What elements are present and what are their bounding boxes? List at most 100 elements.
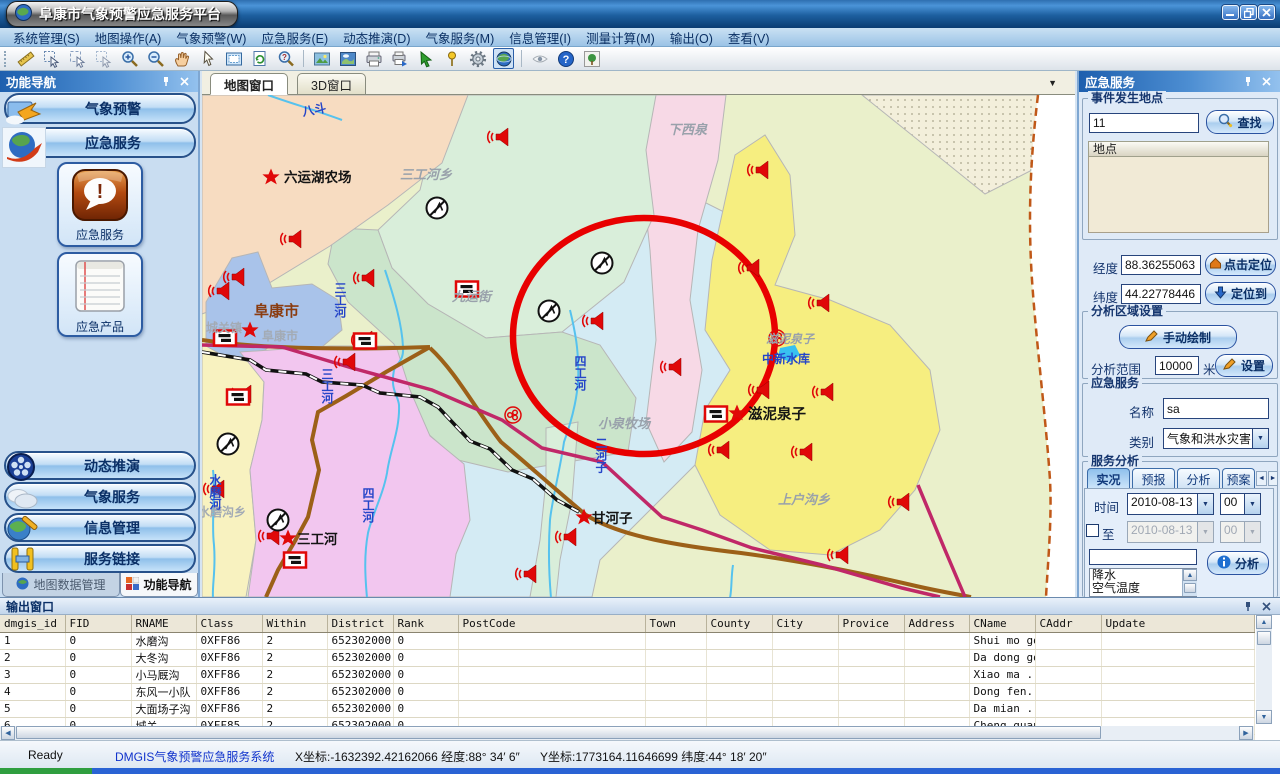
measure-ruler-icon[interactable] — [15, 48, 36, 69]
pin-icon[interactable] — [1240, 599, 1255, 613]
column-header[interactable]: District — [327, 615, 393, 632]
tab-forecast[interactable]: 预报 — [1132, 468, 1175, 489]
hour2-select[interactable]: 00 ▼ — [1220, 521, 1261, 543]
scroll-up-icon[interactable]: ▲ — [1183, 569, 1197, 581]
tab-map-view[interactable]: 地图窗口 — [210, 73, 288, 95]
range-input[interactable] — [1155, 356, 1199, 375]
search-button[interactable]: 查找 — [1206, 110, 1274, 134]
layer-tree-icon[interactable] — [581, 48, 602, 69]
column-header[interactable]: Class — [196, 615, 262, 632]
chevron-down-icon[interactable]: ▼ — [1252, 429, 1268, 448]
tab-dropdown-icon[interactable]: ▼ — [1048, 78, 1057, 88]
visibility-eye-icon[interactable] — [529, 48, 550, 69]
close-icon[interactable] — [177, 75, 192, 89]
scroll-right-icon[interactable]: ▶ — [1239, 726, 1253, 740]
menu-weather-service[interactable]: 气象服务(M) — [426, 28, 495, 47]
station-icon[interactable] — [268, 510, 289, 531]
table-row[interactable]: 30小马厩沟0XFF8626523020000Xiao ma ... — [0, 666, 1254, 683]
scroll-up-icon[interactable]: ▲ — [1256, 615, 1272, 629]
column-header[interactable]: Town — [645, 615, 706, 632]
locate-to-button[interactable]: 定位到 — [1205, 282, 1276, 305]
tab-analysis[interactable]: 分析 — [1177, 468, 1220, 489]
tab-function-nav[interactable]: 功能导航 — [120, 573, 198, 597]
service-type-select[interactable]: 气象和洪水灾害 ▼ — [1163, 428, 1269, 449]
menu-measure[interactable]: 测量计算(M) — [586, 28, 655, 47]
minimize-button[interactable] — [1222, 5, 1239, 20]
pan-hand-icon[interactable] — [171, 48, 192, 69]
pin-locate-icon[interactable] — [441, 48, 462, 69]
menu-map-operate[interactable]: 地图操作(A) — [95, 28, 162, 47]
table-row[interactable]: 20大冬沟0XFF8626523020000Da dong gou — [0, 649, 1254, 666]
tab-scroll-right-icon[interactable]: ► — [1268, 471, 1278, 486]
table-row[interactable]: 10水磨沟0XFF8626523020000Shui mo gou — [0, 632, 1254, 649]
element-list-scrollbar[interactable]: ▲ — [1182, 569, 1197, 596]
column-header[interactable]: Provice — [838, 615, 904, 632]
analyze-button[interactable]: 分析 — [1207, 551, 1269, 575]
station-icon[interactable] — [539, 301, 560, 322]
flash-locate-icon[interactable] — [415, 48, 436, 69]
column-header[interactable]: Rank — [393, 615, 458, 632]
close-icon[interactable] — [1259, 599, 1274, 613]
column-header[interactable]: dmgis_id — [0, 615, 65, 632]
manual-draw-button[interactable]: 手动绘制 — [1119, 325, 1237, 349]
latitude-input[interactable] — [1121, 284, 1201, 304]
print-icon[interactable] — [363, 48, 384, 69]
emergency-product-button[interactable]: 应急产品 — [57, 252, 143, 337]
element-list[interactable]: 降水 空气温度 — [1089, 568, 1197, 597]
scrollbar-thumb[interactable] — [1184, 583, 1196, 593]
column-header[interactable]: City — [772, 615, 838, 632]
chevron-down-icon[interactable]: ▼ — [1244, 494, 1260, 514]
to-time-checkbox[interactable] — [1086, 524, 1099, 537]
flag-marker-icon[interactable] — [284, 553, 306, 568]
close-icon[interactable] — [1259, 75, 1274, 89]
chevron-down-icon[interactable]: ▼ — [1197, 494, 1213, 514]
export-image-icon[interactable] — [311, 48, 332, 69]
pin-icon[interactable] — [1240, 75, 1255, 89]
column-header[interactable]: RNAME — [131, 615, 196, 632]
longitude-input[interactable] — [1121, 255, 1201, 275]
hour-select[interactable]: 00 ▼ — [1220, 493, 1261, 515]
flag-marker-icon[interactable] — [354, 334, 376, 349]
menu-system[interactable]: 系统管理(S) — [13, 28, 80, 47]
map-view-icon[interactable] — [337, 48, 358, 69]
column-header[interactable]: County — [706, 615, 772, 632]
zoom-out-icon[interactable] — [145, 48, 166, 69]
station-icon[interactable] — [427, 198, 448, 219]
column-header[interactable]: CName — [969, 615, 1035, 632]
column-header[interactable]: Update — [1101, 615, 1254, 632]
emergency-globe-icon[interactable] — [493, 48, 514, 69]
tab-map-data-manage[interactable]: 地图数据管理 — [2, 573, 120, 597]
menu-weather-warning[interactable]: 气象预警(W) — [176, 28, 246, 47]
menu-emergency-service[interactable]: 应急服务(E) — [261, 28, 328, 47]
menu-view[interactable]: 查看(V) — [728, 28, 770, 47]
tab-scroll-left-icon[interactable]: ◄ — [1256, 471, 1267, 486]
scroll-down-icon[interactable]: ▼ — [1256, 710, 1272, 724]
refresh-view-icon[interactable] — [249, 48, 270, 69]
date-select[interactable]: 2010-08-13 ▼ — [1127, 493, 1214, 515]
date2-select[interactable]: 2010-08-13 ▼ — [1127, 521, 1214, 543]
clear-selection-icon[interactable] — [93, 48, 114, 69]
table-row[interactable]: 40东风一小队0XFF8626523020000Dong fen... — [0, 683, 1254, 700]
tab-plan[interactable]: 预案 — [1222, 468, 1255, 489]
place-list-header[interactable]: 地点 — [1088, 141, 1269, 157]
toolbar-grip[interactable] — [4, 51, 8, 67]
column-header[interactable]: FID — [65, 615, 131, 632]
station-icon[interactable] — [592, 253, 613, 274]
column-header[interactable]: Within — [262, 615, 327, 632]
element-filter-box[interactable] — [1089, 549, 1197, 565]
location-search-input[interactable] — [1089, 113, 1199, 133]
menu-dynamic-deduce[interactable]: 动态推演(D) — [343, 28, 410, 47]
tab-3d-view[interactable]: 3D窗口 — [297, 73, 366, 95]
help-icon[interactable]: ? — [555, 48, 576, 69]
column-header[interactable]: CAddr — [1035, 615, 1101, 632]
output-vscrollbar[interactable]: ▲ ▼ — [1256, 615, 1272, 724]
service-name-input[interactable] — [1163, 398, 1269, 419]
identify-icon[interactable]: ? — [275, 48, 296, 69]
print-preview-icon[interactable] — [389, 48, 410, 69]
table-row[interactable]: 50大面场子沟0XFF8626523020000Da mian ... — [0, 700, 1254, 717]
list-item[interactable]: 空气温度 — [1090, 582, 1196, 595]
column-header[interactable]: Address — [904, 615, 969, 632]
scroll-left-icon[interactable]: ◀ — [1, 726, 15, 740]
restore-button[interactable] — [1240, 5, 1257, 20]
settings-gear-icon[interactable] — [467, 48, 488, 69]
